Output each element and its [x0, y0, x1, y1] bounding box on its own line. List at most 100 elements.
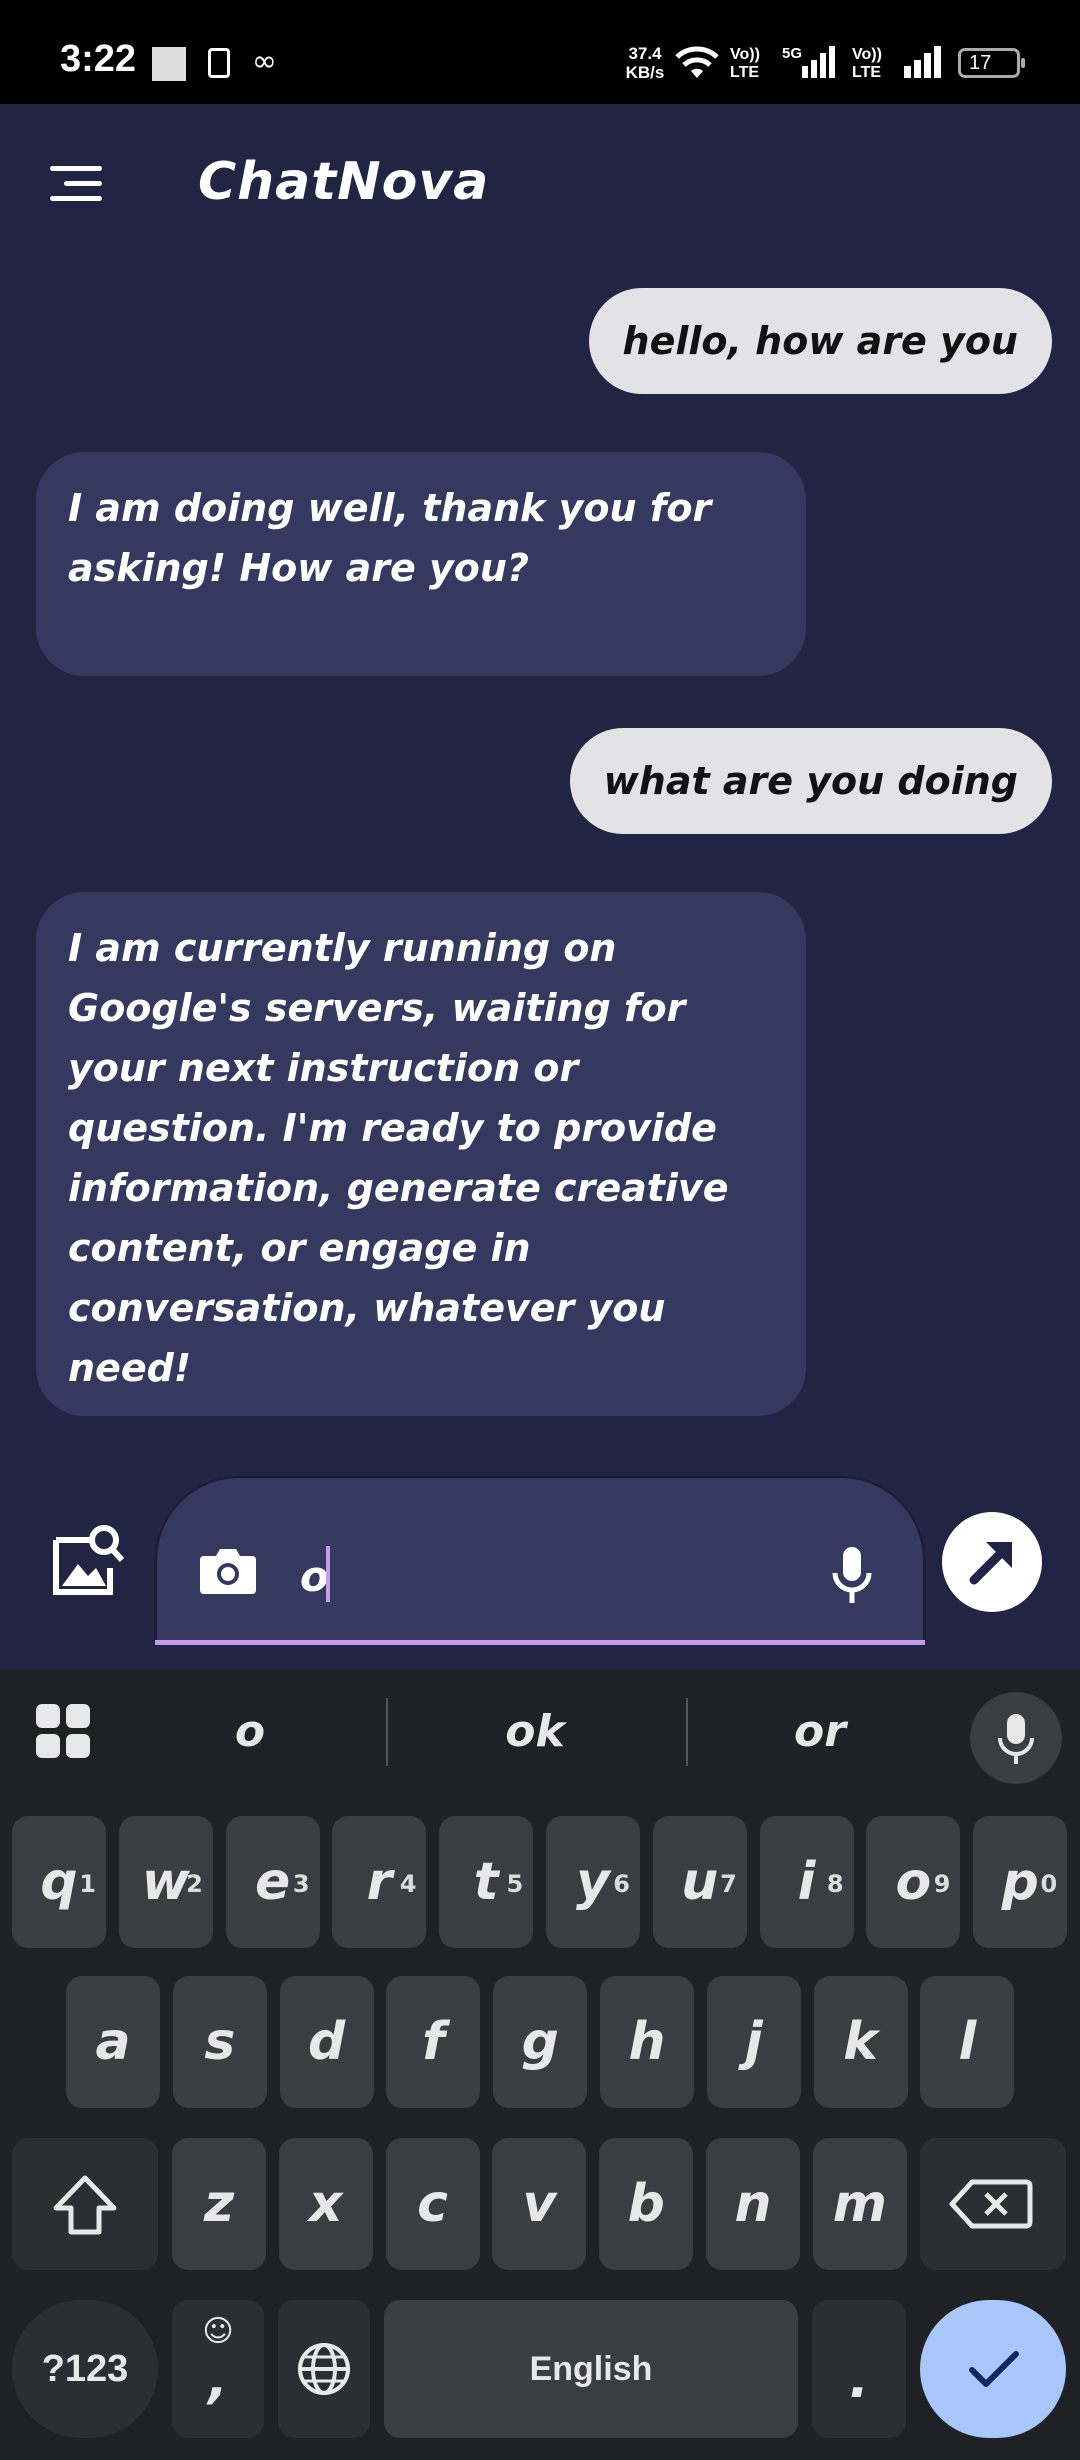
battery-level: 17 — [969, 52, 992, 74]
sim1-volte-label: Vo)) — [730, 46, 760, 63]
key-hint: 0 — [1040, 1870, 1058, 1898]
enter-key[interactable] — [920, 2300, 1066, 2438]
key-c[interactable]: c — [385, 2138, 480, 2270]
user-message: hello, how are you — [588, 288, 1052, 394]
key-l[interactable]: l — [920, 1976, 1015, 2108]
key-label: r — [366, 1852, 393, 1912]
key-label: i — [797, 1852, 816, 1912]
key-x[interactable]: x — [278, 2138, 373, 2270]
key-label: q — [40, 1852, 78, 1912]
key-o[interactable]: o9 — [866, 1816, 961, 1948]
status-bar: 3:22 ∞ 37.4 KB/s Vo)) LTE 5G Vo)) LTE 17 — [0, 0, 1080, 104]
key-hint: 7 — [720, 1870, 737, 1898]
language-key[interactable] — [278, 2300, 370, 2438]
shift-icon — [53, 2175, 117, 2235]
send-arrow-icon — [969, 1542, 1012, 1585]
key-m[interactable]: m — [812, 2138, 907, 2270]
backspace-key[interactable] — [920, 2138, 1066, 2270]
menu-icon[interactable] — [50, 166, 102, 202]
key-z[interactable]: z — [172, 2138, 266, 2270]
key-hint: 6 — [613, 1870, 630, 1898]
key-d[interactable]: d — [279, 1976, 374, 2108]
wifi-icon — [675, 46, 719, 78]
sim1-volte: Vo)) LTE — [730, 46, 760, 82]
key-label: w — [141, 1852, 190, 1912]
image-search-icon[interactable] — [50, 1522, 126, 1598]
comma-key[interactable]: ☺ , — [172, 2300, 264, 2438]
key-e[interactable]: e3 — [225, 1816, 320, 1948]
key-v[interactable]: v — [492, 2138, 587, 2270]
microphone-icon[interactable] — [830, 1545, 874, 1605]
signal-sim1-icon: 5G — [782, 45, 835, 78]
notification-icon — [152, 47, 186, 81]
bot-message: I am doing well, thank you for asking! H… — [36, 452, 806, 676]
key-label: u — [681, 1852, 719, 1912]
symbols-key[interactable]: ?123 — [12, 2300, 158, 2438]
microphone-icon — [998, 1714, 1034, 1764]
sim2-volte: Vo)) LTE — [852, 46, 882, 82]
battery-icon: 17 — [958, 48, 1025, 78]
key-hint: 2 — [186, 1870, 203, 1898]
key-label: e — [254, 1852, 291, 1912]
apps-grid-icon[interactable] — [36, 1704, 92, 1760]
input-focus-underline — [155, 1640, 925, 1645]
bot-message: I am currently running on Google's serve… — [36, 892, 806, 1416]
suggestion-3[interactable]: or — [755, 1706, 885, 1757]
message-input[interactable]: o — [300, 1552, 329, 1601]
key-i[interactable]: i8 — [759, 1816, 854, 1948]
key-a[interactable]: a — [66, 1976, 160, 2108]
shift-key[interactable] — [12, 2138, 158, 2270]
comma-label: , — [208, 2350, 228, 2410]
key-k[interactable]: k — [813, 1976, 908, 2108]
sim2-lte-label: LTE — [852, 64, 882, 81]
globe-icon — [298, 2343, 350, 2395]
key-s[interactable]: s — [172, 1976, 267, 2108]
network-speed-unit: KB/s — [625, 63, 665, 82]
suggestion-divider — [386, 1698, 388, 1766]
space-key[interactable]: English — [384, 2300, 798, 2438]
checkmark-icon — [969, 2351, 1019, 2387]
app-title: ChatNova — [198, 152, 490, 212]
backspace-icon — [949, 2179, 1033, 2229]
key-j[interactable]: j — [706, 1976, 801, 2108]
battery-saver-icon — [208, 48, 230, 78]
key-h[interactable]: h — [600, 1976, 694, 2108]
key-label: p — [1001, 1852, 1039, 1912]
key-label: o — [895, 1852, 932, 1912]
key-g[interactable]: g — [493, 1976, 588, 2108]
key-label: t — [473, 1852, 499, 1912]
suggestion-divider — [686, 1698, 688, 1766]
key-hint: 3 — [292, 1870, 310, 1898]
suggestion-1[interactable]: o — [185, 1706, 315, 1757]
network-speed: 37.4 KB/s — [620, 44, 670, 82]
period-key[interactable]: . — [812, 2300, 906, 2438]
sim2-volte-label: Vo)) — [852, 46, 882, 63]
key-n[interactable]: n — [706, 2138, 800, 2270]
key-hint: 8 — [826, 1870, 844, 1898]
text-caret — [326, 1546, 330, 1602]
signal-sim2-icon — [904, 46, 941, 78]
key-f[interactable]: f — [386, 1976, 481, 2108]
key-p[interactable]: p0 — [973, 1816, 1068, 1948]
key-t[interactable]: t5 — [439, 1816, 534, 1948]
suggestion-2[interactable]: ok — [470, 1706, 600, 1757]
keyboard: o ok or q1w2e3r4t5y6u7i8o9p0 asdfghjkl z… — [0, 1670, 1080, 2460]
key-r[interactable]: r4 — [332, 1816, 427, 1948]
message-input-container[interactable] — [155, 1476, 925, 1644]
send-button[interactable] — [942, 1512, 1042, 1612]
key-hint: 1 — [79, 1870, 96, 1898]
key-hint: 5 — [506, 1870, 524, 1898]
emoji-icon: ☺ — [202, 2314, 234, 2349]
key-w[interactable]: w2 — [118, 1816, 213, 1948]
voice-input-button[interactable] — [970, 1692, 1062, 1784]
key-label: y — [576, 1852, 610, 1912]
key-q[interactable]: q1 — [12, 1816, 106, 1948]
key-b[interactable]: b — [599, 2138, 694, 2270]
key-hint: 4 — [399, 1870, 417, 1898]
key-y[interactable]: y6 — [546, 1816, 640, 1948]
camera-icon[interactable] — [198, 1544, 258, 1596]
status-time: 3:22 — [60, 38, 137, 80]
key-u[interactable]: u7 — [652, 1816, 747, 1948]
key-hint: 9 — [933, 1870, 951, 1898]
sim1-lte-label: LTE — [730, 64, 760, 81]
